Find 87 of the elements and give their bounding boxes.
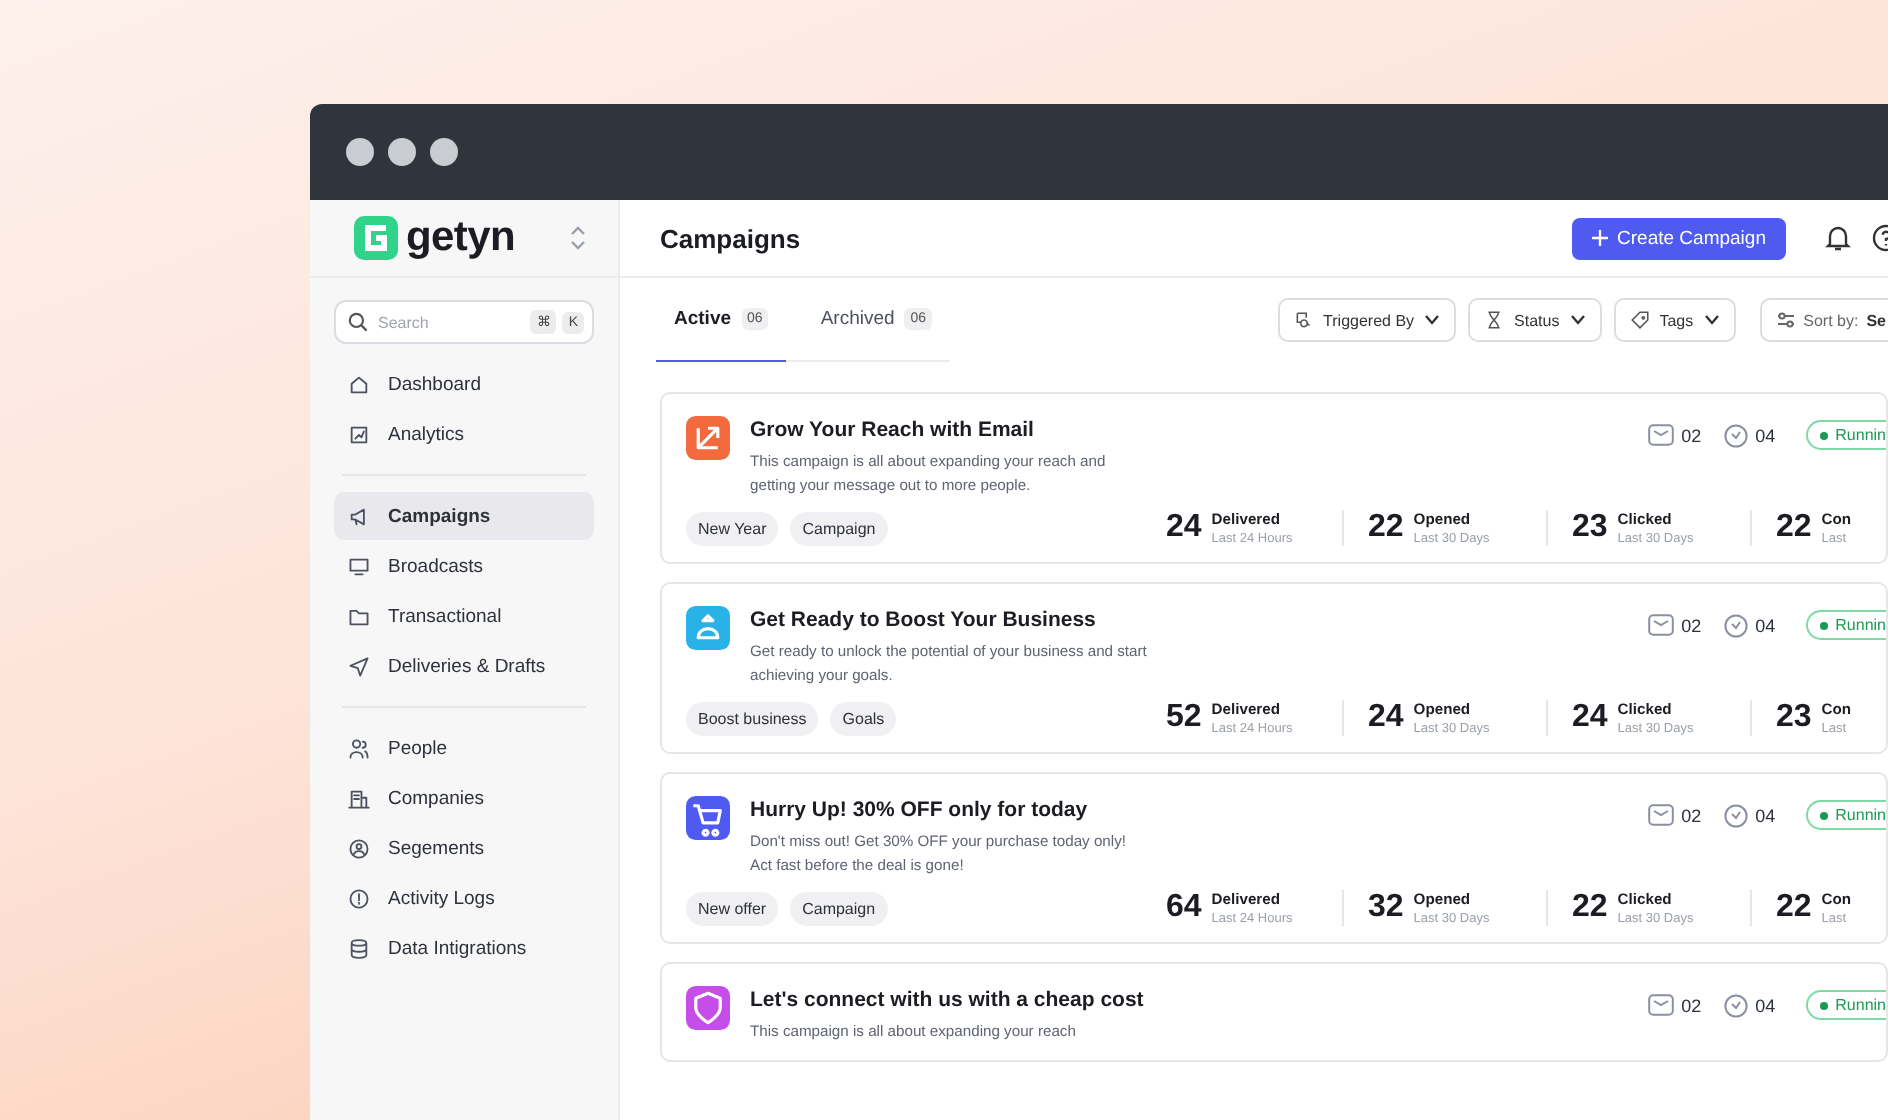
- timer-count: 04: [1755, 995, 1776, 1015]
- sort-dropdown[interactable]: Sort by: Se: [1759, 298, 1888, 342]
- plus-icon: [1591, 230, 1608, 246]
- tag-chip: Goals: [830, 701, 897, 735]
- campaign-title: Grow Your Reach with Email: [750, 418, 1036, 442]
- clock-icon: [1723, 993, 1748, 1017]
- timer-count: 04: [1755, 805, 1776, 825]
- message-count: 02: [1681, 995, 1702, 1015]
- window-control[interactable]: [346, 138, 374, 166]
- window-control[interactable]: [430, 138, 458, 166]
- stat-value: 23: [1572, 510, 1608, 546]
- sliders-icon: [1775, 310, 1796, 330]
- database-icon: [348, 937, 370, 959]
- megaphone-icon: [348, 505, 370, 527]
- stat-value: 32: [1368, 890, 1404, 926]
- status-badge: Runnin: [1805, 800, 1886, 830]
- clock-icon: [1723, 613, 1748, 637]
- folder-icon: [348, 605, 370, 627]
- clock-icon: [1723, 803, 1748, 827]
- window-control[interactable]: [388, 138, 416, 166]
- sidebar-item[interactable]: Dashboard: [334, 360, 594, 408]
- sidebar-item[interactable]: Analytics: [334, 410, 594, 458]
- status-badge: Runnin: [1805, 420, 1886, 450]
- stat-value: 24: [1368, 700, 1404, 736]
- status-badge: Runnin: [1805, 990, 1886, 1020]
- message-count: 02: [1681, 805, 1702, 825]
- message-count: 02: [1681, 615, 1702, 635]
- search-input[interactable]: Search: [374, 311, 525, 333]
- filter-dropdown[interactable]: Triggered By: [1277, 298, 1457, 342]
- sidebar-item[interactable]: Companies: [334, 774, 594, 822]
- sidebar-item[interactable]: Segements: [334, 824, 594, 872]
- stat-value: 24: [1572, 700, 1608, 736]
- sidebar-item[interactable]: Campaigns: [334, 492, 594, 540]
- logo-icon: [352, 214, 400, 262]
- stat-value: 64: [1166, 890, 1202, 926]
- building-icon: [348, 787, 370, 809]
- tag-chip: Campaign: [790, 511, 888, 545]
- chevron-down-icon: [1703, 314, 1720, 326]
- brand-name: getyn: [406, 214, 516, 262]
- stat-value: 24: [1166, 510, 1202, 546]
- campaign-card[interactable]: [660, 772, 1888, 944]
- filter-dropdown[interactable]: Status: [1468, 298, 1602, 342]
- campaign-card[interactable]: [660, 582, 1888, 754]
- filter-dropdown[interactable]: Tags: [1613, 298, 1736, 342]
- stat-value: 22: [1776, 890, 1812, 926]
- chevron-down-icon: [1424, 314, 1441, 326]
- campaign-title: Let's connect with us with a cheap cost: [750, 988, 1146, 1012]
- tag-chip: Campaign: [790, 891, 888, 925]
- stat-value: 22: [1368, 510, 1404, 546]
- sidebar-item[interactable]: Transactional: [334, 592, 594, 640]
- sidebar-item[interactable]: Activity Logs: [334, 874, 594, 922]
- stat-value: 52: [1166, 700, 1202, 736]
- campaign-card[interactable]: [660, 392, 1888, 564]
- mail-icon: [1647, 804, 1674, 826]
- create-campaign-button[interactable]: Create Campaign: [1571, 217, 1786, 259]
- sidebar-item[interactable]: Broadcasts: [334, 542, 594, 590]
- house-icon: [348, 373, 370, 395]
- chevron-down-icon: [1569, 314, 1586, 326]
- sidebar-item[interactable]: Data Intigrations: [334, 924, 594, 972]
- status-badge: Runnin: [1805, 610, 1886, 640]
- tag-chip: New offer: [686, 891, 779, 925]
- chart-icon: [348, 423, 370, 445]
- tag-icon: [1629, 310, 1650, 330]
- timer-count: 04: [1755, 615, 1776, 635]
- timer-count: 04: [1755, 425, 1776, 445]
- campaign-title: Hurry Up! 30% OFF only for today: [750, 798, 1090, 822]
- mail-icon: [1647, 994, 1674, 1016]
- paper-plane-icon: [348, 655, 370, 677]
- page-title: Campaigns: [660, 223, 801, 253]
- filter-search-icon: [1293, 310, 1314, 330]
- mail-icon: [1647, 614, 1674, 636]
- tag-chip: New Year: [686, 511, 779, 545]
- stat-value: 22: [1572, 890, 1608, 926]
- campaign-title: Get Ready to Boost Your Business: [750, 608, 1098, 632]
- monitor-icon: [348, 555, 370, 577]
- sidebar-item[interactable]: People: [334, 724, 594, 772]
- mail-icon: [1647, 424, 1674, 446]
- stat-value: 23: [1776, 700, 1812, 736]
- stat-value: 22: [1776, 510, 1812, 546]
- message-count: 02: [1681, 425, 1702, 445]
- tag-chip: Boost business: [686, 701, 819, 735]
- hourglass-icon: [1484, 310, 1505, 330]
- bell-icon[interactable]: [1824, 224, 1852, 252]
- search-icon: [348, 312, 368, 332]
- clock-icon: [1723, 423, 1748, 447]
- sidebar-item[interactable]: Deliveries & Drafts: [334, 642, 594, 690]
- users-icon: [348, 737, 370, 759]
